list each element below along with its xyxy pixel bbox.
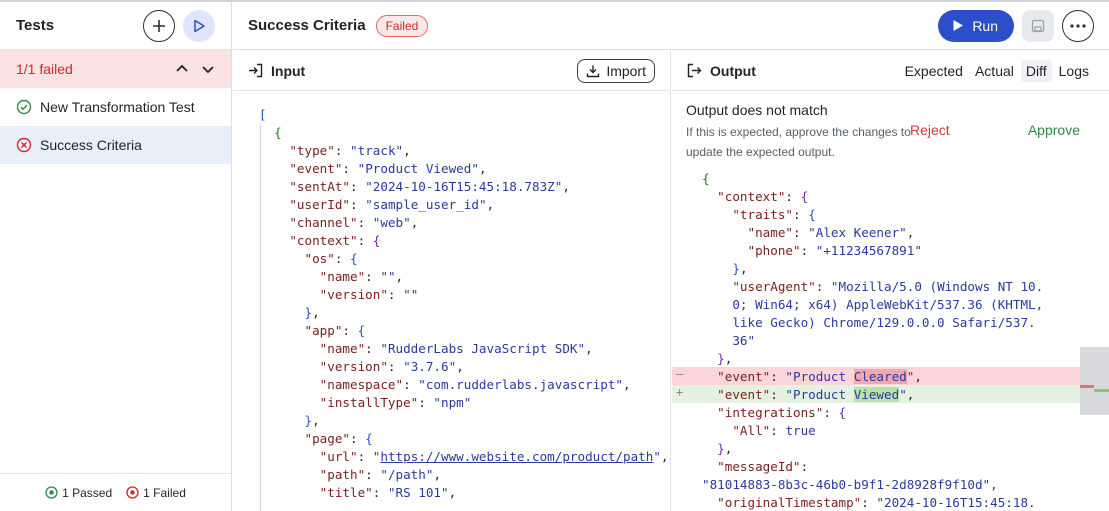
input-panel-title: Input <box>271 62 306 79</box>
passed-dot-icon <box>45 486 58 499</box>
out-traits-name-value: Alex Keener <box>815 225 900 240</box>
output-diff-editor[interactable]: Output does not match If this is expecte… <box>672 92 1109 511</box>
passed-count: 1 Passed <box>45 486 112 500</box>
json-page-url-link[interactable]: https://www.website.com/product/path <box>380 449 653 464</box>
json-app-installtype-value: npm <box>441 395 464 410</box>
tab-actual[interactable]: Actual <box>970 60 1019 82</box>
failed-count-label: 1 Failed <box>143 485 186 500</box>
passed-count-label: 1 Passed <box>62 485 113 500</box>
diff-overview-added-marker <box>1094 389 1109 392</box>
failed-count: 1 Failed <box>126 486 186 500</box>
x-circle-icon <box>16 137 32 153</box>
run-all-tests-button[interactable] <box>183 9 215 42</box>
download-icon <box>587 65 600 77</box>
more-options-button[interactable] <box>1062 9 1094 42</box>
failed-summary-bar[interactable]: 1/1 failed <box>0 50 231 88</box>
run-button[interactable]: Run <box>938 9 1014 42</box>
sidebar-footer: 1 Passed 1 Failed <box>0 473 231 511</box>
test-item-label: Success Criteria <box>40 137 142 153</box>
approve-button[interactable]: Approve <box>1028 122 1080 138</box>
json-app-name-value: RudderLabs JavaScript SDK <box>387 341 578 356</box>
output-json: { "context": { "traits": { "name": "Alex… <box>702 171 1044 510</box>
diff-scrollbar-thumb[interactable] <box>1080 347 1109 415</box>
out-event-expected-prefix: Product <box>793 369 854 384</box>
out-traits-phone-value: +11234567891 <box>823 243 915 258</box>
json-page-title-value: RS 101 <box>395 485 442 500</box>
diff-notice-description: If this is expected, approve the changes… <box>686 125 911 159</box>
failed-summary-text: 1/1 failed <box>16 61 73 77</box>
import-button[interactable]: Import <box>577 58 655 83</box>
json-channel-value: web <box>380 215 404 230</box>
diff-minus-marker: — <box>676 367 684 381</box>
output-arrow-icon <box>687 63 702 78</box>
json-app-namespace-value: com.rudderlabs.javascript <box>425 377 616 392</box>
play-icon <box>953 20 964 31</box>
save-button[interactable] <box>1022 9 1054 42</box>
json-app-version-value: 3.7.6 <box>410 359 449 374</box>
out-event-actual-word: Viewed <box>853 387 900 402</box>
input-arrow-icon <box>248 63 263 78</box>
output-panel-header: Output Expected Actual Diff Logs <box>672 51 1109 91</box>
check-circle-icon <box>16 99 32 115</box>
import-button-label: Import <box>606 62 646 79</box>
tests-sidebar: Tests 1/1 failed New Transformation Test… <box>0 2 232 511</box>
output-panel-title: Output <box>710 62 756 79</box>
json-event-value: Product Viewed <box>365 161 472 176</box>
test-item-label: New Transformation Test <box>40 99 195 115</box>
save-icon <box>1031 19 1045 32</box>
main-header: Success Criteria Failed Run <box>233 2 1109 50</box>
out-messageid-value: "81014883-8b3c-46b0-b9f1-2d8928f9f10d", <box>702 477 998 492</box>
more-horizontal-icon <box>1070 23 1086 28</box>
input-code-editor[interactable]: [ { "type": "track", "event": "Product V… <box>233 92 671 511</box>
out-integrations-all-value: true <box>785 423 816 438</box>
add-test-button[interactable] <box>143 9 175 42</box>
page-title: Success Criteria <box>248 17 366 34</box>
sidebar-title: Tests <box>16 17 55 34</box>
sidebar-header: Tests <box>0 2 231 50</box>
failed-dot-icon <box>126 486 139 499</box>
tab-expected[interactable]: Expected <box>900 60 968 82</box>
json-sentat-value: 2024-10-16T15:45:18.783Z <box>372 179 555 194</box>
json-userid-value: sample_user_id <box>372 197 479 212</box>
out-originaltimestamp-value: "2024-10-16T15:45:18. <box>876 495 1036 510</box>
plus-icon <box>153 19 165 32</box>
play-icon <box>194 19 205 32</box>
output-tabs: Expected Actual Diff Logs <box>900 59 1094 82</box>
out-event-expected-word: Cleared <box>853 369 907 384</box>
diff-overview-removed-marker <box>1080 385 1094 388</box>
diff-plus-marker: + <box>676 385 684 399</box>
diff-notice-title: Output does not match <box>686 102 828 118</box>
out-event-actual-prefix: Product <box>793 387 854 402</box>
input-json: [ { "type": "track", "event": "Product V… <box>259 107 669 500</box>
reject-button[interactable]: Reject <box>910 122 950 138</box>
json-type-value: track <box>357 143 396 158</box>
run-button-label: Run <box>972 17 998 34</box>
chevron-down-icon[interactable] <box>201 62 215 76</box>
out-useragent-line-3: like Gecko) Chrome/129.0.0.0 Safari/537. <box>732 315 1036 330</box>
test-item-success-criteria[interactable]: Success Criteria <box>0 126 231 164</box>
out-useragent-line-1: "Mozilla/5.0 (Windows NT 10. <box>830 279 1044 294</box>
json-page-path-value: /path <box>387 467 426 482</box>
tab-logs[interactable]: Logs <box>1054 60 1094 82</box>
out-useragent-line-2: 0; Win64; x64) AppleWebKit/537.36 (KHTML… <box>732 297 1044 312</box>
out-useragent-line-4: 36" <box>732 333 756 348</box>
input-panel-header: Input Import <box>233 51 671 91</box>
chevron-up-icon[interactable] <box>175 62 189 76</box>
diff-mismatch-notice: Output does not match If this is expecte… <box>672 92 1080 170</box>
tab-diff[interactable]: Diff <box>1020 59 1052 82</box>
test-item-new-transformation-test[interactable]: New Transformation Test <box>0 88 231 126</box>
status-badge: Failed <box>375 14 429 37</box>
